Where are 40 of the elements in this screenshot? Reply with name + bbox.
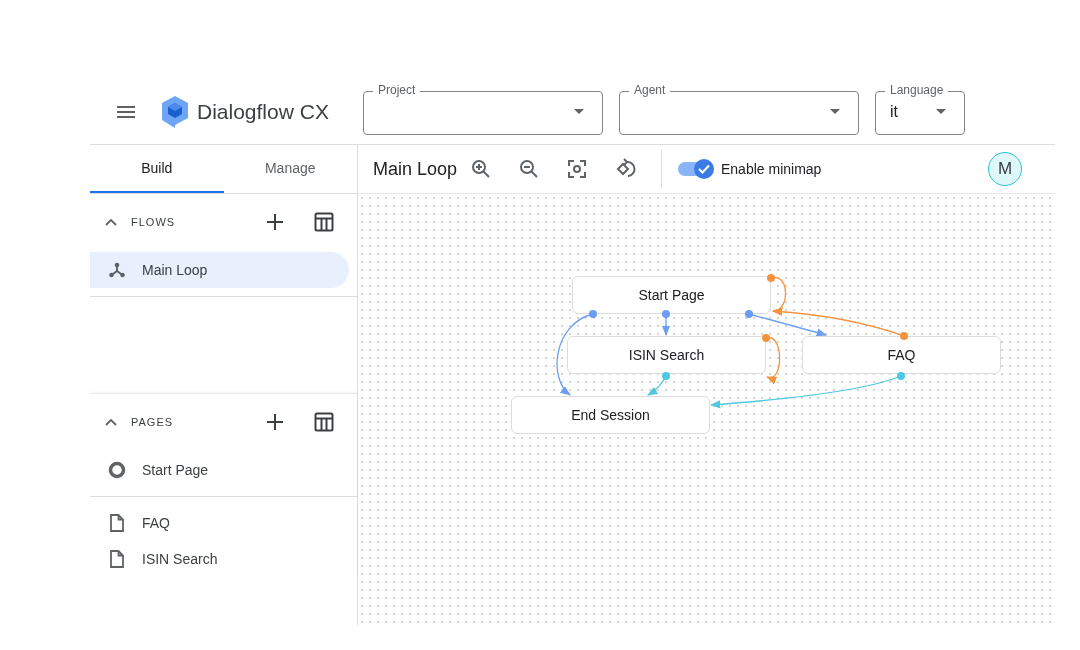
rotate-icon[interactable] <box>615 158 637 180</box>
chevron-up-icon[interactable] <box>105 418 117 426</box>
circle-icon <box>108 461 126 479</box>
add-icon[interactable] <box>266 213 284 231</box>
connection-handle[interactable] <box>897 372 905 380</box>
connection-handle[interactable] <box>662 310 670 318</box>
menu-icon[interactable] <box>117 106 135 118</box>
toggle-label: Enable minimap <box>721 161 823 177</box>
connection-handle[interactable] <box>762 334 770 342</box>
document-icon <box>108 514 126 532</box>
check-icon <box>698 164 710 174</box>
table-icon[interactable] <box>314 412 334 432</box>
connection-handle[interactable] <box>767 274 775 282</box>
document-icon <box>108 550 126 568</box>
page-node[interactable]: ISIN Search <box>567 336 766 374</box>
connection-handle[interactable] <box>900 332 908 340</box>
section-heading: PAGES <box>131 416 175 428</box>
connection-handle[interactable] <box>662 372 670 380</box>
logo-icon <box>161 95 189 129</box>
zoom-out-icon[interactable] <box>519 159 539 179</box>
flow-title: Main Loop <box>373 158 459 180</box>
chevron-up-icon[interactable] <box>105 218 117 226</box>
page-item[interactable]: ISIN Search <box>90 541 357 577</box>
page-node[interactable]: FAQ <box>802 336 1001 374</box>
zoom-in-icon[interactable] <box>471 159 491 179</box>
avatar[interactable]: M <box>988 152 1022 186</box>
app-title: Dialogflow CX <box>197 100 330 124</box>
minimap-toggle[interactable] <box>676 159 714 179</box>
page-node[interactable]: Start Page <box>572 276 771 314</box>
table-icon[interactable] <box>314 212 334 232</box>
connection-handle[interactable] <box>745 310 753 318</box>
connection-handle[interactable] <box>589 310 597 318</box>
flow-item[interactable]: Main Loop <box>90 252 349 288</box>
page-node[interactable]: End Session <box>511 396 710 434</box>
section-heading: FLOWS <box>131 216 177 228</box>
page-item[interactable]: Start Page <box>90 452 349 488</box>
add-icon[interactable] <box>266 413 284 431</box>
flow-icon <box>108 262 126 278</box>
page-item[interactable]: FAQ <box>90 505 357 541</box>
focus-icon[interactable] <box>567 159 587 179</box>
